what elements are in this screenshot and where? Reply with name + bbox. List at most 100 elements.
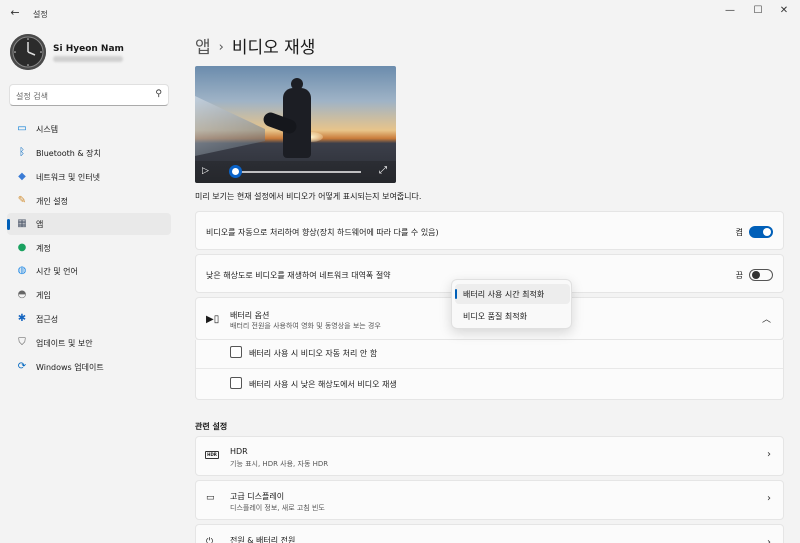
laptop-icon: ▭ [206,493,215,503]
sidebar: Si Hyeon Nam 설정 검색 ⚲ ▭ 시스템 ᛒ Bluetooth &… [0,26,180,543]
person-icon: ● [17,242,27,253]
sidebar-item-bluetooth[interactable]: ᛒ Bluetooth & 장치 [7,142,171,164]
related-item-title: 고급 디스플레이 [230,492,285,501]
toggle-state-label: 켬 [735,228,743,237]
selected-indicator [455,289,457,299]
chevron-right-icon: › [767,493,771,504]
close-icon[interactable]: ✕ [774,4,794,18]
back-arrow-icon[interactable]: ← [8,6,22,20]
sidebar-item-label: 시간 및 언어 [36,267,78,276]
maximize-icon[interactable]: ☐ [748,4,768,18]
clock-avatar-icon [10,34,46,70]
minimize-icon[interactable]: — [720,4,740,18]
setting-label: 낮은 해상도로 비디오를 재생하여 네트워크 대역폭 절약 [206,271,391,280]
user-email-redacted [53,56,123,62]
setting-label: 비디오를 자동으로 처리하여 향상(장치 하드웨어에 따라 다를 수 있음) [206,228,439,237]
sidebar-item-apps[interactable]: ▦ 앱 [7,213,171,235]
sidebar-item-label: Bluetooth & 장치 [36,149,101,158]
apps-icon: ▦ [17,218,27,229]
dropdown-option-label: 비디오 품질 최적화 [463,312,527,321]
battery-options-body: 배터리 사용 시 비디오 자동 처리 안 함 배터리 사용 시 낮은 해상도에서… [195,340,784,400]
breadcrumb-separator: › [218,40,224,55]
update-icon: ⟳ [17,361,27,372]
page-title: 비디오 재생 [231,38,316,58]
active-indicator [7,219,10,230]
window-title: 설정 [33,10,48,19]
chevron-right-icon: › [767,537,771,543]
related-item-subtitle: 기능 표시, HDR 사용, 자동 HDR [230,460,329,468]
toggle-knob [763,228,771,236]
related-item-power-battery[interactable]: ⏻ 전원 & 배터리 전원 › [195,524,784,543]
divider [196,368,783,369]
checkbox-low-res-battery[interactable] [230,377,242,389]
checkbox-label: 배터리 사용 시 비디오 자동 처리 안 함 [249,349,378,358]
breadcrumb: 앱 › 비디오 재생 [195,33,315,58]
battery-options-subtitle: 배터리 전원을 사용하여 영화 및 동영상을 보는 경우 [230,322,381,330]
chevron-right-icon: › [767,449,771,460]
sidebar-item-personalization[interactable]: ✎ 개인 설정 [7,190,171,212]
sidebar-item-accessibility[interactable]: ✱ 접근성 [7,308,171,330]
video-controls: ▷ ⤢ [195,161,396,183]
scrub-track[interactable] [235,171,361,173]
preview-caption: 미리 보기는 현재 설정에서 비디오가 어떻게 표시되는지 보여줍니다. [195,192,422,201]
play-icon[interactable]: ▷ [202,166,209,176]
breadcrumb-parent[interactable]: 앱 [195,38,211,58]
related-item-hdr[interactable]: HDR HDR 기능 표시, HDR 사용, 자동 HDR › [195,436,784,476]
pen-icon: ✎ [17,195,27,206]
sidebar-item-time-language[interactable]: ◍ 시간 및 언어 [7,260,171,282]
avatar[interactable] [10,34,46,70]
checkbox-label: 배터리 사용 시 낮은 해상도에서 비디오 재생 [249,380,397,389]
battery-options-title: 배터리 옵션 [230,311,270,320]
sidebar-item-gaming[interactable]: ◓ 게임 [7,284,171,306]
sidebar-item-network[interactable]: ◆ 네트워크 및 인터넷 [7,166,171,188]
checkbox-no-auto-process[interactable] [230,346,242,358]
title-bar: ← 설정 — ☐ ✕ [0,0,800,26]
dropdown-option-battery-life[interactable]: 배터리 사용 시간 최적화 [455,284,570,304]
sidebar-item-label: 개인 설정 [36,197,68,206]
sidebar-item-label: 업데이트 및 보안 [36,339,93,348]
sidebar-item-label: 시스템 [36,125,59,134]
battery-video-icon: ▶▯ [206,314,220,325]
low-res-toggle[interactable] [749,269,773,281]
sidebar-item-label: 네트워크 및 인터넷 [36,173,100,182]
related-settings-title: 관련 설정 [195,422,228,431]
sidebar-item-label: 접근성 [36,315,59,324]
gamepad-icon: ◓ [17,289,27,300]
setting-auto-process: 비디오를 자동으로 처리하여 향상(장치 하드웨어에 따라 다를 수 있음) 켬 [195,211,784,250]
sidebar-item-update-security[interactable]: ⛉ 업데이트 및 보안 [7,332,171,354]
search-placeholder: 설정 검색 [16,92,48,101]
hdr-icon: HDR [205,451,219,459]
battery-options-dropdown[interactable]: 배터리 사용 시간 최적화 비디오 품질 최적화 [451,279,572,329]
monitor-icon: ▭ [17,123,27,134]
related-item-title: 전원 & 배터리 전원 [230,536,296,543]
scrub-thumb[interactable] [229,165,242,178]
sidebar-item-label: 계정 [36,244,51,253]
globe-clock-icon: ◍ [17,265,27,276]
search-icon[interactable]: ⚲ [155,89,162,99]
user-name: Si Hyeon Nam [53,44,124,54]
related-item-advanced-display[interactable]: ▭ 고급 디스플레이 디스플레이 정보, 새로 고침 빈도 › [195,480,784,520]
toggle-state-label: 끔 [735,271,743,280]
sidebar-item-label: 앱 [36,220,44,229]
shield-icon: ⛉ [18,337,26,348]
video-preview[interactable]: ▷ ⤢ [195,66,396,183]
sidebar-item-label: 게임 [36,291,51,300]
sidebar-item-label: Windows 업데이트 [36,363,104,372]
sidebar-item-accounts[interactable]: ● 계정 [7,237,171,259]
sidebar-item-system[interactable]: ▭ 시스템 [7,118,171,140]
search-input[interactable]: 설정 검색 ⚲ [9,84,169,106]
related-item-title: HDR [230,447,248,456]
dropdown-option-video-quality[interactable]: 비디오 품질 최적화 [455,306,570,326]
sidebar-item-windows-update[interactable]: ⟳ Windows 업데이트 [7,356,171,378]
ship-railing [195,96,265,156]
chevron-up-icon[interactable]: ︿ [762,312,771,325]
accessibility-icon: ✱ [17,313,27,324]
auto-process-toggle[interactable] [749,226,773,238]
related-item-subtitle: 디스플레이 정보, 새로 고침 빈도 [230,504,325,512]
expand-icon[interactable]: ⤢ [379,165,387,176]
dropdown-option-label: 배터리 사용 시간 최적화 [463,290,545,299]
toggle-knob [752,271,760,279]
power-icon: ⏻ [206,537,214,543]
bluetooth-icon: ᛒ [19,147,25,158]
wifi-icon: ◆ [18,171,26,182]
